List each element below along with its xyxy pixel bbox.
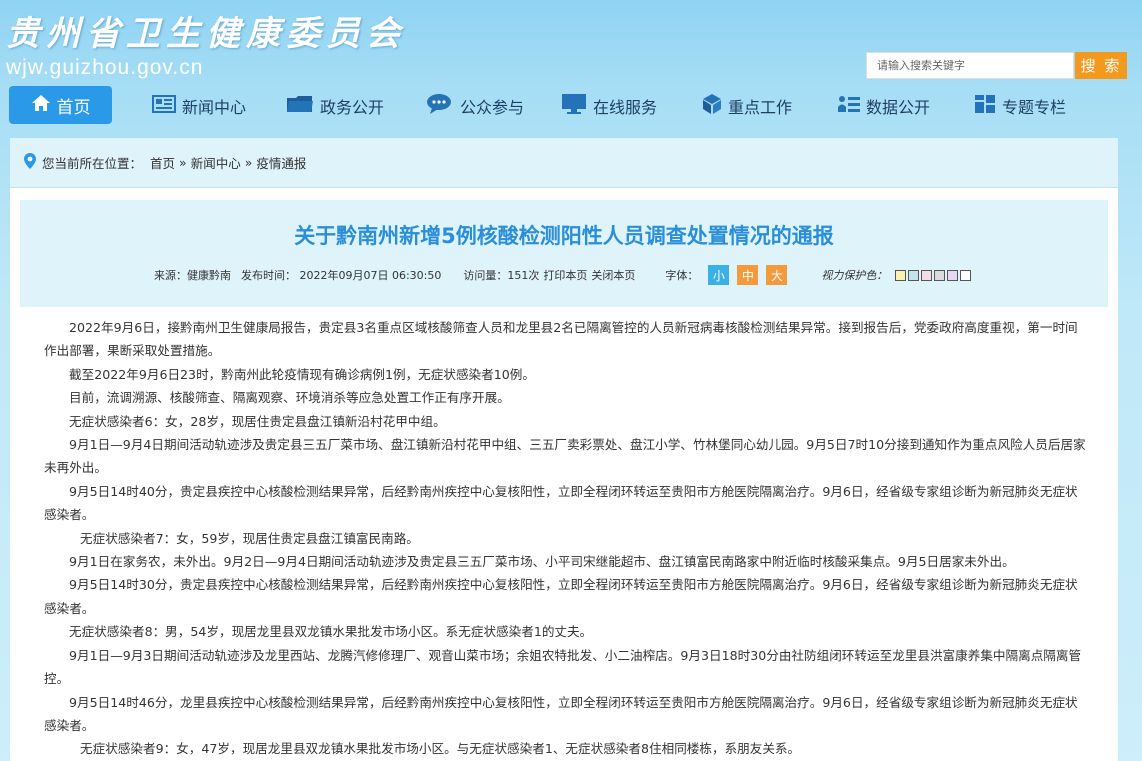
search-input[interactable] — [866, 52, 1074, 79]
chat-icon — [426, 93, 454, 119]
close-link[interactable]: 关闭本页 — [591, 267, 635, 283]
vision-color-blue[interactable] — [908, 269, 920, 281]
article-body: 2022年9月6日，接黔南州卫生健康局报告，贵定县3名重点区域核酸筛查人员和龙里… — [44, 316, 1090, 761]
site-url: wjw.guizhou.gov.cn — [6, 56, 204, 79]
article-header: 关于黔南州新增5例核酸检测阳性人员调查处置情况的通报 来源：健康黔南 发布时间：… — [20, 200, 1108, 307]
font-small-button[interactable]: 小 — [708, 265, 730, 285]
article-paragraph: 无症状感染者9：女，47岁，现居龙里县双龙镇水果批发市场小区。与无症状感染者1、… — [80, 741, 801, 757]
print-link[interactable]: 打印本页 — [543, 267, 587, 283]
vision-color-label: 视力保护色： — [821, 269, 888, 282]
nav-label-news: 新闻中心 — [182, 98, 247, 117]
nav-item-online-service[interactable]: 在线服务 — [561, 86, 657, 126]
article-paragraph: 无症状感染者8：男，54岁，现居龙里县双龙镇水果批发市场小区。系无症状感染者1的… — [69, 624, 593, 640]
vision-color-gray[interactable] — [934, 269, 946, 281]
article-paragraph: 无症状感染者7：女，59岁，现居住贵定县盘江镇富民南路。 — [80, 530, 419, 546]
nav-label-special: 专题专栏 — [1002, 98, 1067, 117]
font-size-label: 字体： — [665, 269, 699, 282]
vision-color-white[interactable] — [960, 269, 972, 281]
nav-label-data: 数据公开 — [866, 98, 931, 117]
main-nav: 首页 新闻中心 政务公开 公众参与 在线服务 重点工作 数据公开 专题专栏 — [0, 86, 1142, 126]
article-paragraph: 9月1日在家务农，未外出。9月2日—9月4日期间活动轨迹涉及贵定县三五厂菜市场、… — [69, 554, 1015, 570]
breadcrumb: 您当前所在位置： 首页 » 新闻中心 » 疫情通报 — [10, 138, 1118, 188]
news-icon — [152, 94, 176, 118]
nav-item-public[interactable]: 公众参与 — [426, 86, 524, 126]
nav-item-home[interactable]: 首页 — [9, 86, 112, 124]
article-paragraph: 9月1日—9月4日期间活动轨迹涉及贵定县三五厂菜市场、盘江镇新沿村花甲中组、三五… — [44, 437, 1086, 476]
data-icon — [838, 95, 860, 117]
site-title: 贵州省卫生健康委员会 — [6, 14, 406, 54]
nav-item-special[interactable]: 专题专栏 — [974, 86, 1066, 126]
article-paragraph: 目前，流调溯源、核酸筛查、隔离观察、环境消杀等应急处置工作正有序开展。 — [69, 390, 510, 406]
folder-icon — [286, 94, 314, 118]
cube-icon — [702, 93, 722, 119]
grid-icon — [974, 94, 996, 118]
vision-color-purple[interactable] — [947, 269, 959, 281]
article-meta: 来源：健康黔南 发布时间： 2022年09月07日 06:30:50 访问量：1… — [154, 264, 1014, 286]
search-button[interactable]: 搜 索 — [1075, 52, 1127, 79]
article-source: 来源：健康黔南 — [154, 269, 231, 282]
article-paragraph: 9月1日—9月3日期间活动轨迹涉及龙里西站、龙腾汽修修理厂、观音山菜市场；余姐农… — [44, 647, 1082, 687]
font-large-button[interactable]: 大 — [766, 265, 788, 285]
breadcrumb-epidemic[interactable]: 疫情通报 — [256, 153, 306, 172]
location-pin-icon — [24, 153, 36, 172]
nav-item-data[interactable]: 数据公开 — [838, 86, 930, 126]
vision-color-pink[interactable] — [921, 269, 933, 281]
article-paragraph: 9月5日14时30分，贵定县疾控中心核酸检测结果异常，后经黔南州疾控中心复核阳性… — [44, 577, 1078, 616]
article-paragraph: 截至2022年9月6日23时，黔南州此轮疫情现有确诊病例1例，无症状感染者10例… — [69, 366, 535, 382]
nav-label-government: 政务公开 — [320, 98, 385, 117]
breadcrumb-news[interactable]: 新闻中心 — [191, 153, 241, 172]
main-content: 您当前所在位置： 首页 » 新闻中心 » 疫情通报 关于黔南州新增5例核酸检测阳… — [10, 138, 1118, 761]
breadcrumb-prefix: 您当前所在位置： — [42, 156, 143, 171]
breadcrumb-separator: » — [244, 155, 253, 170]
article-paragraph: 2022年9月6日，接黔南州卫生健康局报告，贵定县3名重点区域核酸筛查人员和龙里… — [44, 320, 1078, 359]
breadcrumb-separator: » — [179, 155, 187, 170]
article-publish-time: 发布时间： 2022年09月07日 06:30:50 — [241, 269, 442, 282]
article-views: 访问量：151次 — [463, 269, 540, 282]
nav-label-public: 公众参与 — [460, 98, 525, 117]
breadcrumb-home[interactable]: 首页 — [150, 153, 175, 172]
nav-label-home: 首页 — [56, 97, 91, 118]
site-header: 贵州省卫生健康委员会 wjw.guizhou.gov.cn 搜 索 — [0, 0, 1142, 86]
font-medium-button[interactable]: 中 — [737, 265, 759, 285]
vision-color-yellow[interactable] — [895, 269, 907, 281]
nav-item-news[interactable]: 新闻中心 — [152, 86, 246, 126]
nav-item-key-work[interactable]: 重点工作 — [702, 86, 792, 126]
article-paragraph: 9月5日14时40分，贵定县疾控中心核酸检测结果异常，后经黔南州疾控中心复核阳性… — [44, 483, 1078, 523]
nav-item-government[interactable]: 政务公开 — [286, 86, 384, 126]
article-paragraph: 9月5日14时46分，龙里县疾控中心核酸检测结果异常，后经黔南州疾控中心复核阳性… — [44, 694, 1078, 733]
article-paragraph: 无症状感染者6：女，28岁，现居住贵定县盘江镇新沿村花甲中组。 — [69, 413, 446, 429]
nav-label-key-work: 重点工作 — [728, 98, 793, 117]
nav-label-online-service: 在线服务 — [593, 98, 658, 117]
article-title: 关于黔南州新增5例核酸检测阳性人员调查处置情况的通报 — [294, 224, 834, 248]
monitor-icon — [561, 93, 587, 119]
home-icon — [31, 94, 51, 117]
